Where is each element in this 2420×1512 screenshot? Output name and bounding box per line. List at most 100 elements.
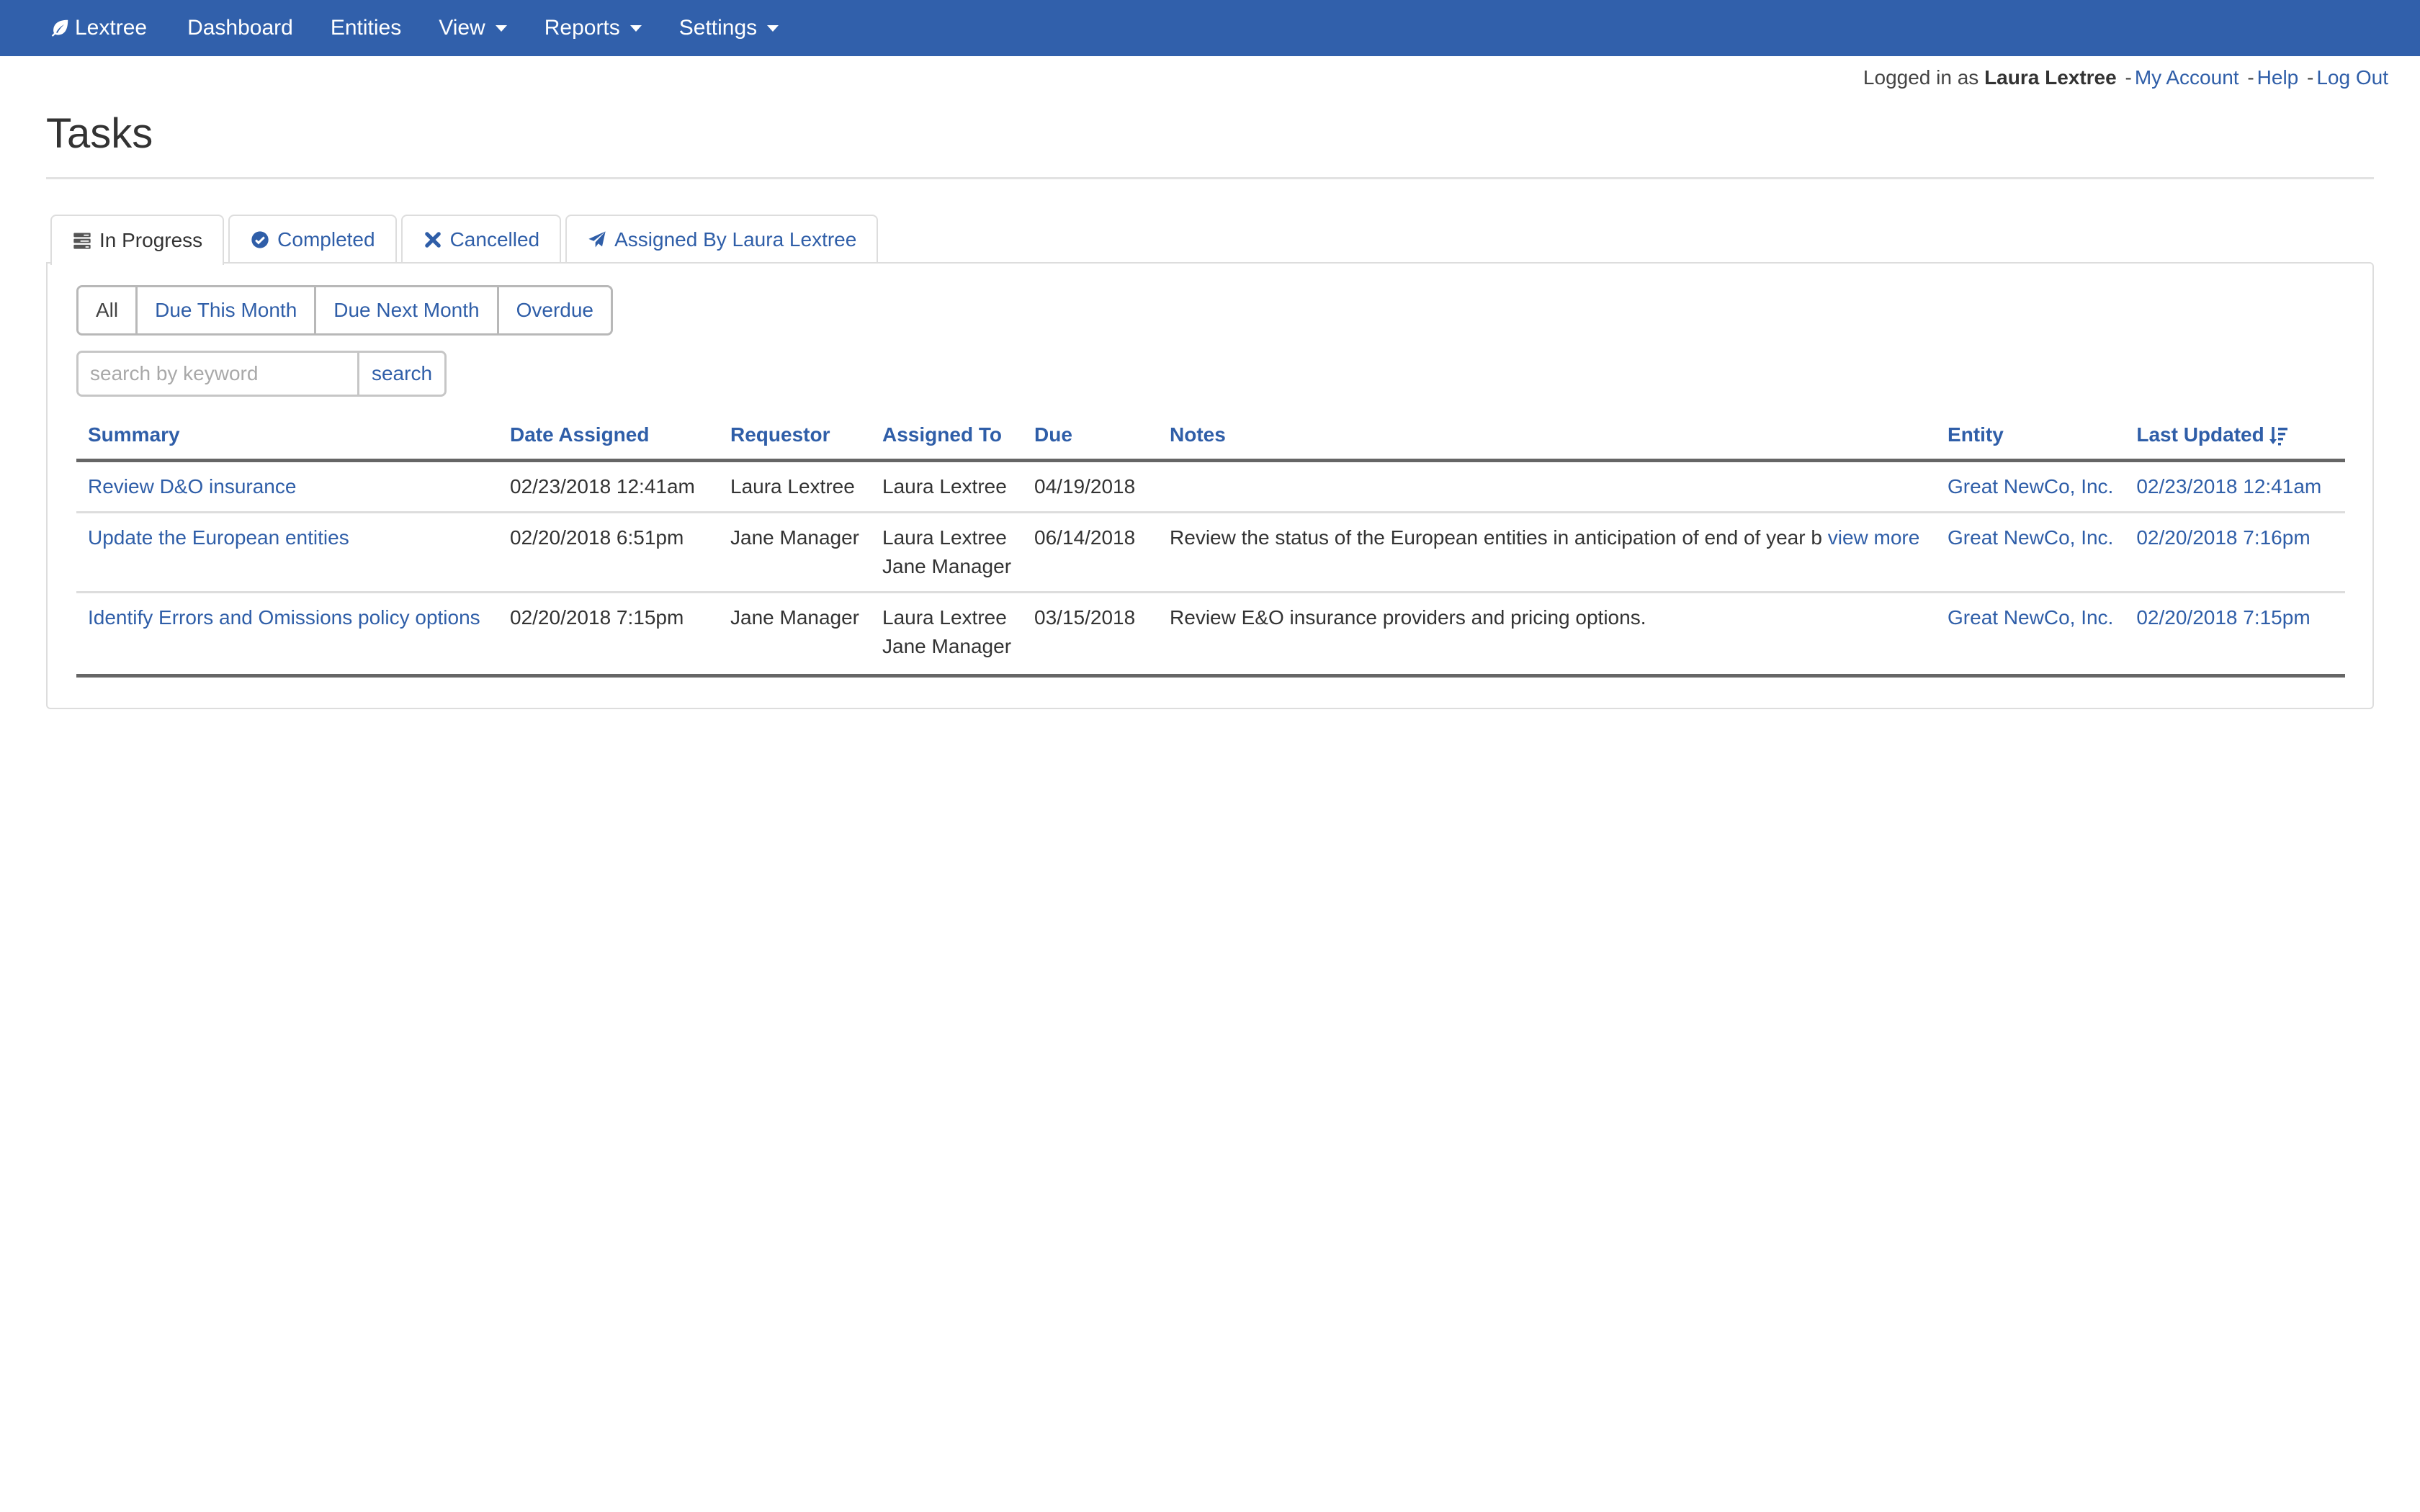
table-row: Update the European entities 02/20/2018 …	[76, 510, 2345, 593]
last-updated-link[interactable]: 02/23/2018 12:41am	[2125, 460, 2345, 512]
date-assigned-cell: 02/23/2018 12:41am	[498, 460, 719, 512]
filter-all-button[interactable]: All	[79, 287, 138, 333]
task-summary-link[interactable]: Review D&O insurance	[76, 460, 498, 512]
due-cell: 03/15/2018	[1023, 590, 1159, 678]
summary-text: Update the European entities	[88, 526, 349, 549]
nav-settings-dropdown[interactable]: Settings	[679, 16, 779, 40]
nav-view-label: View	[439, 16, 485, 40]
entity-link[interactable]: Great NewCo, Inc.	[1936, 460, 2125, 512]
requestor-cell: Laura Lextree	[719, 460, 871, 512]
due-cell: 04/19/2018	[1023, 460, 1158, 512]
column-header-due[interactable]: Due	[1023, 413, 1159, 462]
caret-down-icon	[495, 24, 507, 32]
last-updated-text: 02/20/2018 7:15pm	[2136, 606, 2311, 629]
entity-link[interactable]: Great NewCo, Inc.	[1936, 510, 2125, 593]
tab-cancelled[interactable]: Cancelled	[400, 215, 562, 263]
column-header-date-assigned[interactable]: Date Assigned	[498, 413, 719, 462]
sort-descending-icon	[2269, 426, 2287, 446]
help-link[interactable]: Help	[2257, 66, 2299, 89]
filter-overdue-button[interactable]: Overdue	[498, 287, 611, 333]
logged-in-user: Laura Lextree	[1984, 66, 2117, 89]
tab-assigned-by-me[interactable]: Assigned By Laura Lextree	[565, 215, 879, 263]
nav-entities[interactable]: Entities	[331, 16, 401, 40]
caret-down-icon	[767, 24, 779, 32]
column-label: Due	[1034, 423, 1072, 446]
tab-label: Completed	[277, 228, 375, 251]
last-updated-link[interactable]: 02/20/2018 7:15pm	[2125, 590, 2345, 678]
last-updated-link[interactable]: 02/20/2018 7:16pm	[2125, 510, 2345, 593]
tasks-panel: All Due This Month Due Next Month Overdu…	[46, 262, 2374, 709]
notes-text: Review the status of the European entiti…	[1170, 526, 1822, 549]
column-label: Assigned To	[882, 423, 1002, 446]
tasks-icon	[73, 233, 91, 249]
caret-down-icon	[629, 24, 642, 32]
assignee-name: Laura Lextree	[882, 606, 1007, 629]
entity-link[interactable]: Great NewCo, Inc.	[1936, 590, 2125, 678]
date-assigned-text: 02/20/2018 6:51pm	[510, 526, 684, 549]
my-account-link[interactable]: My Account	[2135, 66, 2239, 89]
requestor-text: Jane Manager	[730, 606, 860, 629]
assignee-name: Laura Lextree	[882, 526, 1007, 549]
last-updated-text: 02/20/2018 7:16pm	[2136, 526, 2311, 549]
column-header-notes[interactable]: Notes	[1158, 413, 1937, 462]
assignee-list: Laura Lextree Jane Manager	[882, 603, 1011, 661]
column-header-assigned-to[interactable]: Assigned To	[871, 413, 1023, 462]
tab-label: Cancelled	[449, 228, 540, 251]
column-header-last-updated[interactable]: Last Updated	[2125, 413, 2345, 462]
assignee-list: Laura Lextree Jane Manager	[882, 523, 1011, 581]
column-header-requestor[interactable]: Requestor	[719, 413, 871, 462]
table-row: Identify Errors and Omissions policy opt…	[76, 590, 2345, 678]
column-header-entity[interactable]: Entity	[1936, 413, 2125, 462]
column-label: Notes	[1170, 423, 1226, 446]
summary-text: Review D&O insurance	[88, 474, 297, 498]
tab-label: In Progress	[99, 229, 203, 251]
tab-in-progress[interactable]: In Progress	[50, 215, 225, 265]
times-icon	[424, 231, 441, 248]
nav-view-dropdown[interactable]: View	[439, 16, 507, 40]
due-text: 03/15/2018	[1034, 606, 1136, 629]
nav-reports-dropdown[interactable]: Reports	[544, 16, 642, 40]
task-summary-link[interactable]: Identify Errors and Omissions policy opt…	[76, 590, 498, 678]
column-label: Requestor	[730, 423, 830, 446]
notes-cell: Review E&O insurance providers and prici…	[1158, 590, 1937, 678]
separator: -	[2125, 66, 2132, 89]
assignee-list: Laura Lextree	[882, 472, 1011, 501]
notes-text: Review E&O insurance providers and prici…	[1170, 606, 1646, 629]
top-navbar: Lextree Dashboard Entities View Reports …	[0, 0, 2420, 56]
tab-completed[interactable]: Completed	[228, 215, 397, 263]
column-label: Date Assigned	[510, 423, 650, 446]
page-title: Tasks	[46, 110, 153, 157]
notes-cell	[1158, 460, 1936, 512]
logout-link[interactable]: Log Out	[2316, 66, 2388, 89]
assignee-name: Jane Manager	[882, 554, 1012, 577]
column-header-summary[interactable]: Summary	[76, 413, 498, 462]
date-assigned-cell: 02/20/2018 6:51pm	[498, 510, 719, 593]
notes-cell: Review the status of the European entiti…	[1158, 510, 1937, 593]
leaf-icon	[51, 19, 68, 37]
filter-due-this-month-button[interactable]: Due This Month	[138, 287, 317, 333]
summary-text: Identify Errors and Omissions policy opt…	[88, 606, 480, 629]
search-button[interactable]: search	[359, 353, 444, 395]
last-updated-text: 02/23/2018 12:41am	[2136, 474, 2322, 498]
assignee-name: Jane Manager	[882, 634, 1012, 657]
nav-dashboard[interactable]: Dashboard	[187, 16, 293, 40]
nav-reports-label: Reports	[544, 16, 620, 40]
table-row: Review D&O insurance 02/23/2018 12:41am …	[76, 460, 2345, 512]
filter-due-next-month-button[interactable]: Due Next Month	[316, 287, 499, 333]
column-label: Last Updated	[2136, 423, 2264, 446]
date-assigned-text: 02/23/2018 12:41am	[510, 474, 695, 498]
brand-link[interactable]: Lextree	[49, 16, 147, 40]
search-input[interactable]	[79, 353, 359, 395]
assigned-to-cell: Laura Lextree Jane Manager	[871, 510, 1023, 593]
entity-text: Great NewCo, Inc.	[1948, 474, 2114, 498]
nav-dashboard-label: Dashboard	[187, 16, 293, 40]
task-status-tabs: In Progress Completed Cancelled Assigned…	[50, 215, 882, 265]
due-text: 04/19/2018	[1034, 474, 1136, 498]
requestor-cell: Jane Manager	[719, 590, 871, 678]
separator: -	[2247, 66, 2254, 89]
task-summary-link[interactable]: Update the European entities	[76, 510, 498, 593]
check-circle-icon	[251, 230, 269, 248]
tab-label: Assigned By Laura Lextree	[614, 228, 857, 251]
view-more-link[interactable]: view more	[1828, 526, 1920, 549]
search-group: search	[76, 351, 447, 397]
